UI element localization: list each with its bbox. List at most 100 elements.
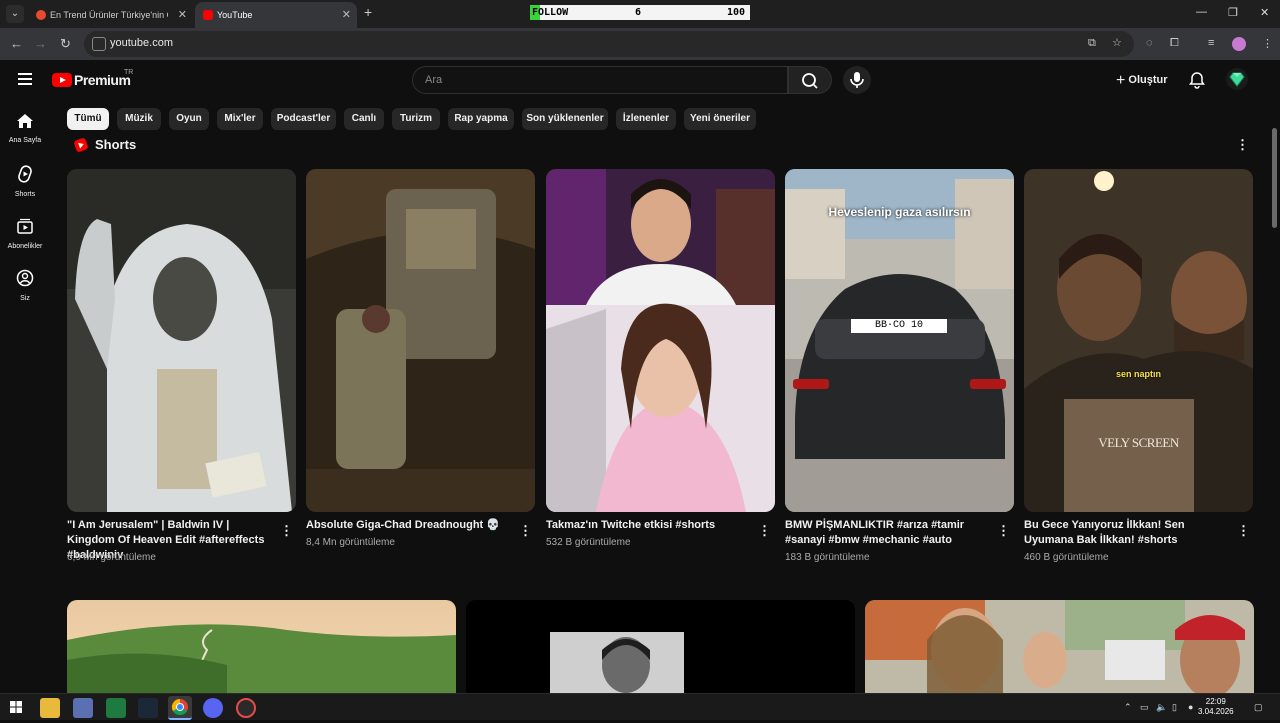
search-box — [412, 66, 788, 94]
short-more-icon[interactable]: ⋮ — [280, 524, 293, 537]
extension-circle-icon[interactable]: ◌ — [1146, 37, 1153, 49]
tab-close-icon[interactable]: ✕ — [342, 2, 351, 28]
short-views: 183 B görüntüleme — [785, 552, 870, 563]
chip-recently-uploaded[interactable]: Son yüklenenler — [522, 108, 608, 130]
url-text: youtube.com — [110, 37, 173, 49]
short-thumbnail-2[interactable] — [306, 169, 535, 512]
voice-search-button[interactable] — [843, 66, 871, 94]
site-info-icon[interactable] — [92, 37, 106, 51]
video-thumbnail-image — [466, 600, 855, 700]
short-thumbnail-3[interactable] — [546, 169, 775, 512]
browser-tab-shop[interactable]: En Trend Ürünler Türkiye'nin Onlin ✕ — [28, 2, 193, 28]
short-thumbnail-image — [306, 169, 535, 512]
short-thumbnail-image — [785, 169, 1014, 512]
short-title[interactable]: Bu Gece Yanıyoruz İlkkan! Sen Uyumana Ba… — [1024, 518, 1229, 548]
restore-icon[interactable]: ❐ — [1228, 6, 1238, 19]
media-control-icon[interactable]: ≡ — [1208, 37, 1214, 49]
network-icon[interactable]: ▭ — [1140, 702, 1149, 713]
short-views: 8,4 Mn görüntüleme — [306, 537, 395, 548]
short-thumbnail-1[interactable] — [67, 169, 296, 512]
follow-goal-overlay: FOLLOW 6 100 — [530, 5, 750, 20]
taskbar-clock[interactable]: 22:09 3.04.2026 — [1198, 697, 1234, 717]
minimize-icon[interactable]: — — [1196, 6, 1207, 18]
short-views: 6,9 Mn görüntüleme — [67, 552, 156, 563]
video-thumbnail-image — [67, 600, 456, 700]
short-thumbnail-4[interactable]: Heveslenip gaza asılırsın BB·CO 10 — [785, 169, 1014, 512]
chrome-logo-icon — [171, 698, 188, 716]
tab-title: YouTube — [217, 10, 253, 20]
short-title[interactable]: BMW PİŞMANLIKTIR #arıza #tamir #sanayi #… — [785, 518, 990, 548]
search-icon — [802, 73, 818, 89]
notifications-bell-icon[interactable] — [1187, 70, 1207, 90]
short-views: 460 B görüntüleme — [1024, 552, 1109, 563]
short-title[interactable]: Absolute Giga-Chad Dreadnought 💀 — [306, 518, 511, 533]
recording-app-icon[interactable] — [236, 698, 256, 718]
chip-all[interactable]: Tümü — [67, 108, 109, 130]
sidebar-item-home[interactable]: Ana Sayfa — [0, 113, 50, 144]
new-tab-icon[interactable]: + — [364, 4, 372, 20]
short-more-icon[interactable]: ⋮ — [997, 524, 1010, 537]
sidebar-item-shorts[interactable]: Shorts — [0, 165, 50, 198]
bookmark-star-icon[interactable]: ☆ — [1112, 36, 1122, 49]
video-thumbnail-1[interactable] — [67, 600, 456, 700]
chip-mixes[interactable]: Mix'ler — [217, 108, 263, 130]
short-title[interactable]: Takmaz'ın Twitche etkisi #shorts — [546, 518, 751, 533]
forward-arrow-icon[interactable]: → — [34, 36, 47, 51]
file-explorer-icon[interactable] — [40, 698, 60, 718]
chrome-icon[interactable] — [168, 696, 192, 720]
follow-label: FOLLOW — [532, 7, 569, 18]
short-thumbnail-5[interactable]: sen naptın VELY SCREEN — [1024, 169, 1253, 512]
create-button[interactable]: + Oluştur — [1106, 66, 1178, 94]
shorts-more-icon[interactable]: ⋮ — [1236, 138, 1249, 151]
chip-tourism[interactable]: Turizm — [392, 108, 440, 130]
video-thumbnail-2[interactable] — [466, 600, 855, 700]
tab-search-dropdown-icon[interactable]: ⌄ — [6, 5, 24, 23]
browser-tab-youtube[interactable]: YouTube ✕ — [195, 2, 357, 28]
notification-center-icon[interactable]: ▢ — [1254, 702, 1263, 713]
calculator-icon[interactable] — [73, 698, 93, 718]
volume-icon[interactable]: 🔈 — [1156, 702, 1167, 713]
battery-icon[interactable]: ▯ — [1172, 702, 1177, 713]
microphone-tray-icon[interactable]: ● — [1188, 702, 1193, 712]
chip-podcasts[interactable]: Podcast'ler — [271, 108, 336, 130]
windows-start-icon[interactable] — [10, 701, 22, 713]
discord-icon[interactable] — [203, 698, 223, 718]
sidebar-item-subscriptions[interactable]: Abonelikler — [0, 217, 50, 250]
short-more-icon[interactable]: ⋮ — [1237, 524, 1250, 537]
tray-overflow-icon[interactable]: ⌃ — [1124, 702, 1132, 713]
search-input[interactable] — [413, 67, 783, 93]
install-app-icon[interactable]: ⧉ — [1088, 37, 1096, 50]
chip-gaming[interactable]: Oyun — [169, 108, 209, 130]
short-views: 532 B görüntüleme — [546, 537, 631, 548]
chip-watched[interactable]: İzlenenler — [616, 108, 676, 130]
address-bar[interactable]: youtube.com ⧉ ☆ — [84, 31, 1134, 57]
clock-date: 3.04.2026 — [1198, 707, 1234, 716]
youtube-logo-icon[interactable] — [52, 73, 72, 87]
video-thumbnail-3[interactable] — [865, 600, 1254, 700]
tab-close-icon[interactable]: ✕ — [178, 2, 187, 28]
browser-menu-icon[interactable]: ⋮ — [1262, 37, 1273, 50]
guide-menu-icon[interactable] — [18, 73, 32, 85]
account-avatar[interactable] — [1226, 68, 1248, 90]
windows-taskbar: ⌃ ▭ 🔈 ▯ ● 22:09 3.04.2026 ▢ — [0, 693, 1280, 720]
chip-live[interactable]: Canlı — [344, 108, 384, 130]
profile-avatar-icon[interactable] — [1232, 37, 1246, 51]
chip-new-to-you[interactable]: Yeni öneriler — [684, 108, 756, 130]
follow-count: 6 — [635, 7, 642, 18]
page-scrollbar[interactable] — [1272, 128, 1277, 228]
search-button[interactable] — [788, 66, 832, 94]
window-close-icon[interactable]: ✕ — [1260, 6, 1269, 19]
short-more-icon[interactable]: ⋮ — [758, 524, 771, 537]
short-more-icon[interactable]: ⋮ — [519, 524, 532, 537]
short-thumbnail-image — [1024, 169, 1253, 512]
reload-icon[interactable]: ↻ — [60, 36, 71, 52]
extensions-puzzle-icon[interactable]: ⧠ — [1170, 37, 1179, 50]
sidebar-item-you[interactable]: Siz — [0, 269, 50, 302]
steam-icon[interactable] — [138, 698, 158, 718]
excel-icon[interactable] — [106, 698, 126, 718]
short-thumbnail-image — [67, 169, 296, 512]
chip-music[interactable]: Müzik — [117, 108, 161, 130]
chip-rap[interactable]: Rap yapma — [448, 108, 514, 130]
back-arrow-icon[interactable]: ← — [10, 36, 23, 51]
youtube-premium-logo[interactable]: Premium — [74, 72, 131, 88]
